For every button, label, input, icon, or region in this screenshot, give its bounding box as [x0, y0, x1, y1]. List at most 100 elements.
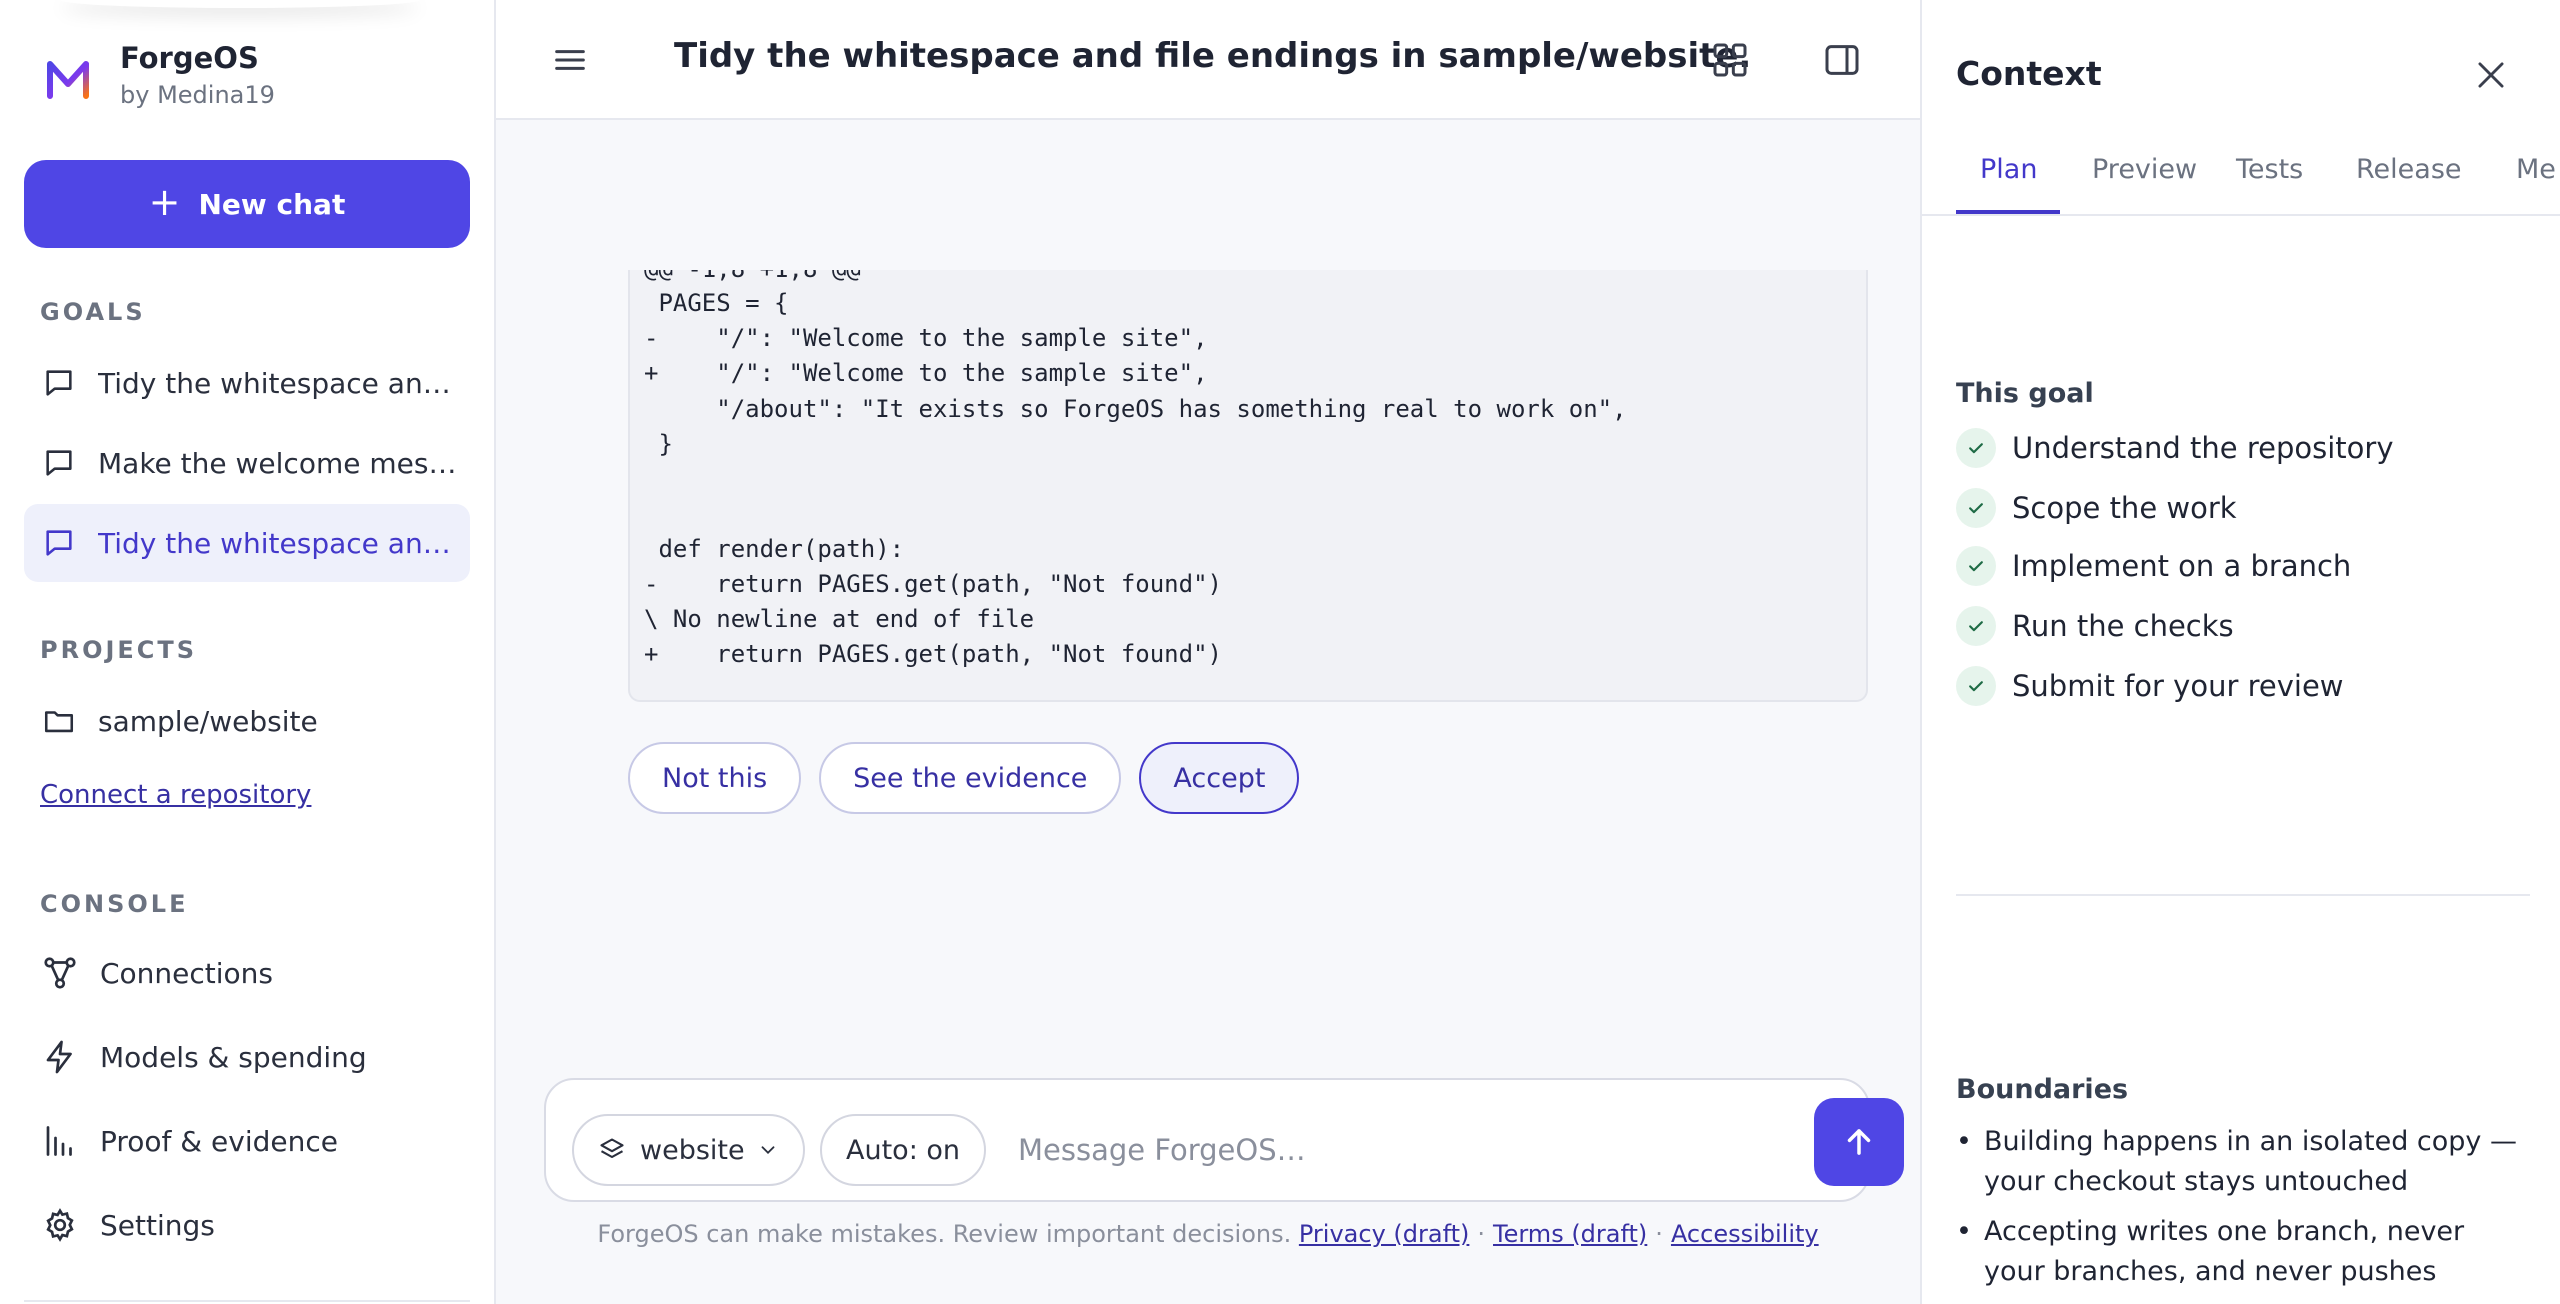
goal-label: Tidy the whitespace and file endings in …	[98, 366, 458, 400]
diff-line: PAGES = {	[644, 289, 789, 317]
check-icon	[1956, 546, 1996, 586]
tab-tests[interactable]: Tests	[2236, 154, 2303, 185]
context-tabs: Plan Preview Tests Release Me	[1956, 130, 2560, 214]
goal-step-label: Run the checks	[2012, 609, 2234, 643]
brand-owner: by Medina19	[120, 81, 275, 109]
goal-item-active[interactable]: Tidy the whitespace and file endings in …	[24, 504, 470, 582]
sidebar-item-label: Models & spending	[100, 1040, 367, 1074]
message-input[interactable]	[1018, 1114, 1718, 1186]
separator: ·	[1655, 1220, 1663, 1248]
goal-item[interactable]: Make the welcome message friendlier	[24, 424, 470, 502]
goal-step-label: Scope the work	[2012, 491, 2237, 525]
tab-plan[interactable]: Plan	[1980, 154, 2037, 185]
tab-release[interactable]: Release	[2356, 154, 2462, 185]
menu-icon[interactable]	[550, 40, 590, 80]
sidebar-item-label: Settings	[100, 1208, 215, 1242]
goal-step-label: Submit for your review	[2012, 669, 2344, 703]
sidebar: ForgeOS by Medina19 + New chat GOALS Tid…	[0, 0, 496, 1304]
goal-step: Understand the repository	[1956, 428, 2394, 468]
diff-line: @@ -1,8 +1,8 @@	[644, 270, 861, 284]
accessibility-link[interactable]: Accessibility	[1671, 1220, 1819, 1248]
tab-preview[interactable]: Preview	[2092, 154, 2197, 185]
sidebar-item-connections[interactable]: Connections	[24, 934, 470, 1012]
auto-mode-toggle[interactable]: Auto: on	[820, 1114, 986, 1186]
separator: ·	[1477, 1220, 1486, 1248]
context-panel: Context Plan Preview Tests Release Me Th…	[1920, 0, 2560, 1304]
gear-icon	[46, 1208, 74, 1242]
main-panel: Tidy the whitespace and file endings in …	[496, 0, 1920, 1304]
repository-selector-label: website	[640, 1134, 745, 1166]
project-label: sample/website	[98, 704, 318, 738]
goal-step: Scope the work	[1956, 488, 2237, 528]
diff-line: - return PAGES.get(path, "Not found")	[644, 570, 1222, 598]
context-title: Context	[1956, 54, 2102, 93]
diff-line: \ No newline at end of file	[644, 605, 1035, 633]
diff-line: "/about": "It exists so ForgeOS has some…	[644, 395, 1627, 423]
check-icon	[1956, 488, 1996, 528]
topbar: Tidy the whitespace and file endings in …	[496, 0, 1920, 120]
grid-icon[interactable]	[1710, 40, 1750, 80]
project-item[interactable]: sample/website	[24, 682, 470, 760]
diff-line: + return PAGES.get(path, "Not found")	[644, 640, 1222, 668]
sidebar-item-label: Connections	[100, 956, 274, 990]
goal-step: Submit for your review	[1956, 666, 2344, 706]
bar-chart-icon	[46, 1126, 72, 1156]
not-this-button[interactable]: Not this	[628, 742, 802, 814]
proposal-actions: Not this See the evidence Accept	[628, 742, 1300, 814]
privacy-link[interactable]: Privacy (draft)	[1299, 1220, 1470, 1248]
sidebar-item-settings[interactable]: Settings	[24, 1186, 470, 1264]
bolt-icon	[46, 1040, 72, 1074]
diff-line: }	[644, 430, 673, 458]
sidebar-divider	[24, 1300, 470, 1302]
code-diff: @@ -1,8 +1,8 @@ PAGES = { - "/": "Welcom…	[628, 270, 1868, 702]
disclaimer-text: ForgeOS can make mistakes. Review import…	[597, 1220, 1292, 1248]
goal-step: Run the checks	[1956, 606, 2234, 646]
message-composer: website Auto: on	[544, 1078, 1904, 1202]
side-panel-toggle-icon[interactable]	[1822, 40, 1862, 80]
goal-label: Tidy the whitespace and file endings in …	[98, 526, 458, 560]
connections-icon	[44, 957, 76, 989]
sidebar-item-proof[interactable]: Proof & evidence	[24, 1102, 470, 1180]
chat-bubble-icon	[46, 370, 72, 396]
diff-line: - "/": "Welcome to the sample site",	[644, 324, 1208, 352]
repository-selector[interactable]: website	[572, 1114, 805, 1186]
send-button[interactable]	[1814, 1098, 1904, 1186]
forgeos-logo-icon	[47, 61, 89, 99]
boundaries-heading: Boundaries	[1956, 1074, 2129, 1105]
goal-item[interactable]: Tidy the whitespace and file endings in …	[24, 344, 470, 422]
chat-bubble-icon	[46, 450, 72, 476]
close-icon[interactable]	[2472, 56, 2510, 94]
connect-repository-link[interactable]: Connect a repository	[40, 780, 311, 810]
boundary-item: • Building happens in an isolated copy —…	[1956, 1122, 2530, 1202]
sidebar-shadow	[60, 0, 420, 8]
new-chat-button[interactable]: + New chat	[24, 160, 470, 248]
see-evidence-button[interactable]: See the evidence	[819, 742, 1122, 814]
boundary-item: • Accepting writes one branch, never you…	[1956, 1212, 2530, 1292]
bullet: •	[1956, 1126, 1972, 1157]
goal-heading: This goal	[1956, 378, 2094, 409]
chat-bubble-icon	[46, 530, 72, 556]
accept-button[interactable]: Accept	[1139, 742, 1300, 814]
tabs-divider	[1922, 214, 2560, 216]
boundary-text: Accepting writes one branch, never your …	[1984, 1216, 2465, 1287]
goal-label: Make the welcome message friendlier	[98, 446, 458, 480]
goals-heading: GOALS	[40, 298, 146, 326]
brand-name: ForgeOS	[120, 41, 259, 75]
goal-step: Implement on a branch	[1956, 546, 2351, 586]
terms-link[interactable]: Terms (draft)	[1493, 1220, 1647, 1248]
goal-step-label: Implement on a branch	[2012, 549, 2352, 583]
projects-heading: PROJECTS	[40, 636, 198, 664]
brand: ForgeOS by Medina19	[44, 40, 275, 112]
tab-more[interactable]: Me	[2516, 154, 2556, 185]
diff-line: def render(path):	[644, 535, 905, 563]
folder-icon	[44, 711, 74, 733]
check-icon	[1956, 666, 1996, 706]
plus-icon: +	[148, 180, 181, 224]
layers-icon	[600, 1138, 624, 1159]
arrow-up-icon	[1847, 1129, 1871, 1155]
bullet: •	[1956, 1216, 1972, 1247]
boundary-text: Building happens in an isolated copy — y…	[1984, 1126, 2517, 1197]
sidebar-item-models[interactable]: Models & spending	[24, 1018, 470, 1096]
new-chat-label: New chat	[198, 187, 346, 221]
chevron-down-icon	[761, 1146, 775, 1155]
